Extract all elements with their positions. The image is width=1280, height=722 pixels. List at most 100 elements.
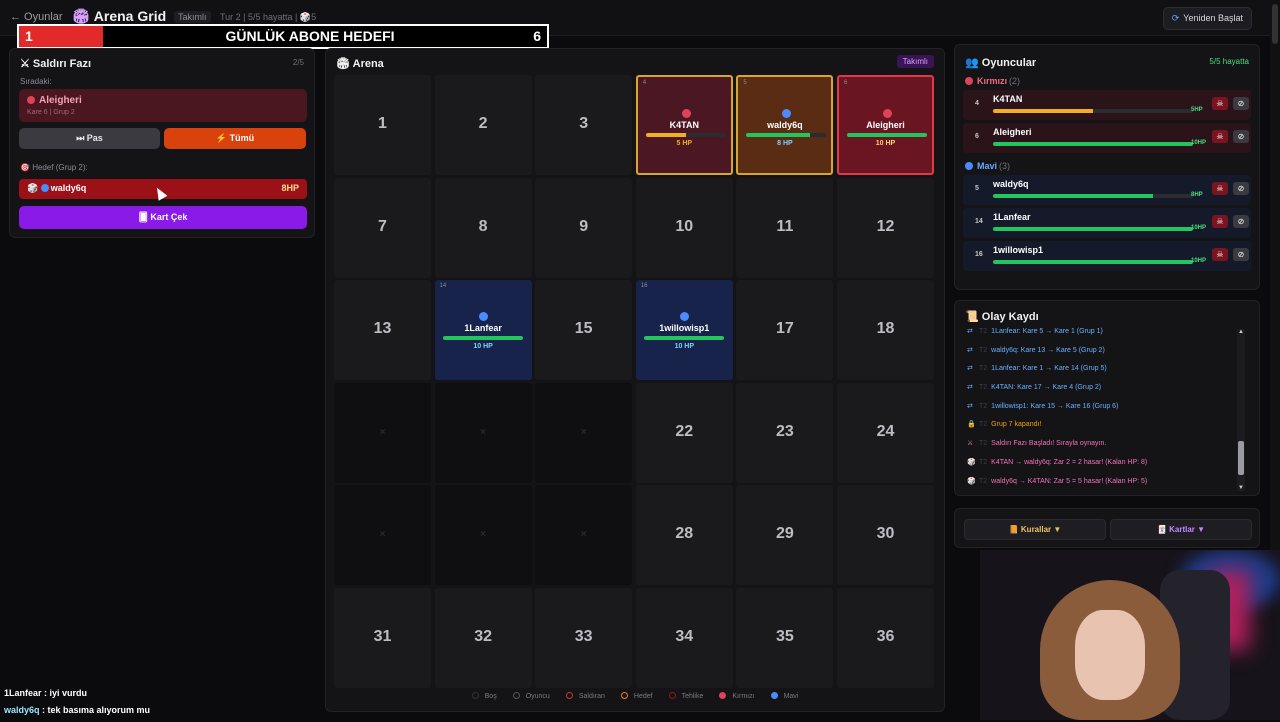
cell-number: 28 <box>675 525 694 543</box>
cell-number: 13 <box>373 320 392 338</box>
rules-icon: 📙 <box>1008 525 1021 534</box>
player-row: 5 waldy6q 8HP ☠ ⊘ <box>963 175 1251 205</box>
chat-user: 1Lanfear <box>4 688 42 698</box>
webcam-overlay <box>980 550 1280 720</box>
player-name: waldy6q <box>993 179 1029 189</box>
event-log-panel: 📜 Olay Kaydı ⇄ T2 1Lanfear: Kare 5 → Kare … <box>954 300 1260 496</box>
grid-cell-8[interactable]: 8 <box>434 177 532 278</box>
player-row: 16 1willowisp1 10HP ☠ ⊘ <box>963 241 1251 271</box>
ban-icon[interactable]: ⊘ <box>1233 97 1249 110</box>
bottom-tabs-panel: 📙 Kurallar ▼ 🃏 Kartlar ▼ <box>954 508 1260 548</box>
blocked-cell: × <box>334 485 431 586</box>
player-square: 6 <box>975 133 979 140</box>
legend-item: Mavi <box>767 692 803 700</box>
pass-button[interactable]: ⏭ Pas <box>19 128 160 149</box>
grid-cell-10[interactable]: 10 <box>635 177 733 278</box>
grid-cell-18[interactable]: 18 <box>837 280 934 381</box>
alive-count: 5/5 hayatta <box>1209 57 1249 66</box>
cell-number: 24 <box>876 422 895 440</box>
skull-icon[interactable]: ☠ <box>1212 215 1228 228</box>
event-log-scroll-thumb[interactable] <box>1238 441 1244 475</box>
hp-bar <box>442 336 523 341</box>
grid-cell-4[interactable]: 4 K4TAN 5 HP <box>635 75 733 175</box>
skull-icon[interactable]: ☠ <box>1212 248 1228 261</box>
draw-card-button[interactable]: 🂠 Kart Çek <box>19 206 307 229</box>
grid-cell-12[interactable]: 12 <box>837 177 934 278</box>
grid-cell-31[interactable]: 31 <box>334 588 431 688</box>
team-dot <box>965 162 973 170</box>
ban-icon[interactable]: ⊘ <box>1233 215 1249 228</box>
event-log-scrollbar[interactable]: ▲ ▼ <box>1237 329 1245 491</box>
grid-cell-22[interactable]: 22 <box>635 382 733 483</box>
chat-message: waldy6q : tek basıma alıyorum mu <box>4 705 150 722</box>
legend-item: Kırmızı <box>715 692 758 700</box>
grid-cell-5[interactable]: 5 waldy6q 8 HP <box>736 75 834 175</box>
legend-swatch <box>620 692 628 699</box>
grid-cell-28[interactable]: 28 <box>635 485 733 586</box>
grid-cell-32[interactable]: 32 <box>434 588 532 688</box>
player-token <box>681 109 691 118</box>
legend-item: Oyuncu <box>509 692 554 700</box>
hp-bar <box>746 133 827 137</box>
grid-cell-29[interactable]: 29 <box>736 485 834 586</box>
current-player-meta: Kare 6 | Grup 2 <box>27 109 75 116</box>
target-name-text: waldy6q <box>50 183 87 193</box>
cell-number: 34 <box>675 628 694 645</box>
grid-cell-34[interactable]: 34 <box>635 588 733 688</box>
cards-toggle-button[interactable]: 🃏 Kartlar ▼ <box>1110 519 1252 540</box>
page-scrollbar-thumb[interactable] <box>1272 4 1278 44</box>
legend-label: Boş <box>484 693 497 700</box>
scroll-down-icon[interactable]: ▼ <box>1237 485 1245 491</box>
skull-icon[interactable]: ☠ <box>1212 182 1228 195</box>
hp-bar-fill <box>993 227 1193 231</box>
hp-bar <box>993 260 1193 264</box>
player-hp: 5HP <box>1191 107 1203 113</box>
cell-number: 36 <box>876 628 895 645</box>
scroll-up-icon[interactable]: ▲ <box>1237 329 1245 335</box>
ban-icon[interactable]: ⊘ <box>1233 182 1249 195</box>
log-entry: 🎲 T2 K4TAN → waldy6q: Zar 2 = 2 hasar! (Ka… <box>967 458 1243 477</box>
log-text: 1Lanfear: Kare 1 → Kare 14 (Grup 5) <box>991 365 1107 373</box>
cell-number: 15 <box>574 320 593 338</box>
grid-cell-16[interactable]: 16 1willowisp1 10 HP <box>635 280 733 381</box>
restart-button[interactable]: ⟳ Yeniden Başlat <box>1162 7 1252 30</box>
log-entry: ⇄ T2 waldy6q: Kare 13 → Kare 5 (Grup 2) <box>967 346 1243 365</box>
grid-cell-6[interactable]: 6 Aleigheri 10 HP <box>837 75 934 175</box>
grid-cell-15[interactable]: 15 <box>535 280 633 381</box>
ban-icon[interactable]: ⊘ <box>1233 248 1249 261</box>
swords-icon: ⚔ <box>967 440 974 448</box>
player-square: 16 <box>975 251 983 258</box>
grid-cell-11[interactable]: 11 <box>736 177 834 278</box>
swords-icon: ⚔ <box>20 58 33 70</box>
grid-cell-2[interactable]: 2 <box>434 75 532 175</box>
grid-cell-14[interactable]: 14 1Lanfear 10 HP <box>434 280 532 381</box>
goal-current: 1 <box>19 26 103 47</box>
grid-cell-17[interactable]: 17 <box>736 280 834 381</box>
grid-cell-30[interactable]: 30 <box>837 485 934 586</box>
ban-icon[interactable]: ⊘ <box>1233 130 1249 143</box>
cell-number: 9 <box>579 217 589 235</box>
grid-cell-24[interactable]: 24 <box>837 382 934 483</box>
grid-cell-3[interactable]: 3 <box>535 75 633 175</box>
grid-cell-36[interactable]: 36 <box>837 588 934 688</box>
skull-icon[interactable]: ☠ <box>1212 130 1228 143</box>
grid-cell-13[interactable]: 13 <box>334 280 431 381</box>
skull-icon[interactable]: ☠ <box>1212 97 1228 110</box>
grid-cell-35[interactable]: 35 <box>736 588 834 688</box>
back-link[interactable]: ← Oyunlar <box>10 11 63 23</box>
hp-bar <box>993 142 1193 146</box>
grid-cell-1[interactable]: 1 <box>334 75 431 175</box>
streamer-face <box>1075 610 1145 700</box>
restart-label: Yeniden Başlat <box>1183 13 1243 23</box>
goal-target: 6 <box>533 28 541 44</box>
grid-cell-33[interactable]: 33 <box>535 588 633 688</box>
player-row: 4 K4TAN 5HP ☠ ⊘ <box>963 90 1251 120</box>
cell-number: 6 <box>844 80 848 86</box>
attack-all-button[interactable]: ⚡ Tümü <box>164 128 306 149</box>
current-player-name-text: Aleigheri <box>39 95 82 106</box>
grid-cell-23[interactable]: 23 <box>736 382 834 483</box>
grid-cell-7[interactable]: 7 <box>334 177 431 278</box>
rules-toggle-button[interactable]: 📙 Kurallar ▼ <box>964 519 1106 540</box>
card-icon: 🂠 <box>138 212 151 222</box>
grid-cell-9[interactable]: 9 <box>535 177 633 278</box>
